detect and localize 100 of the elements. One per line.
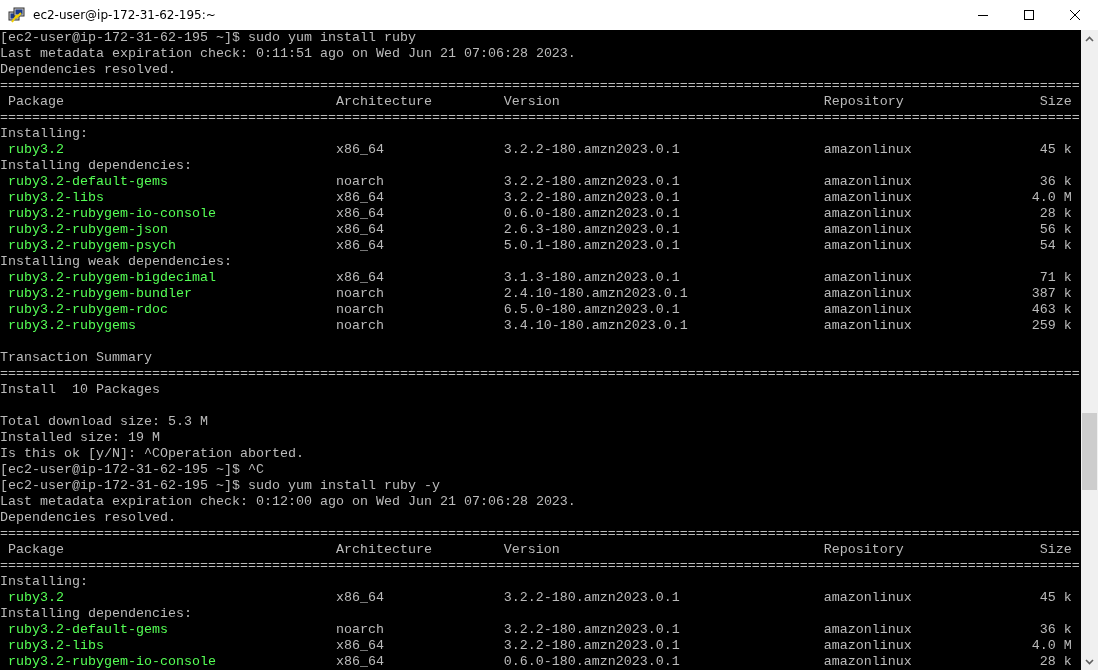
scroll-down-icon[interactable] [1085, 658, 1094, 665]
package-name: ruby3.2-default-gems [8, 174, 168, 190]
version-heading: Version [503, 94, 560, 110]
size: 463 k [1031, 302, 1072, 318]
terminal-line: Transaction Summary [0, 350, 152, 366]
size: 54 k [1039, 238, 1072, 254]
separator-line: ======================================================================================================================================= [0, 526, 1080, 542]
terminal-line: Installing weak dependencies: [0, 254, 232, 270]
architecture: noarch [335, 318, 384, 334]
repository: amazonlinux [823, 174, 912, 190]
architecture: x86_64 [335, 206, 384, 222]
terminal-line: Installing dependencies: [0, 606, 192, 622]
size: 45 k [1039, 590, 1072, 606]
repository: amazonlinux [823, 590, 912, 606]
version: 2.4.10-180.amzn2023.0.1 [503, 286, 688, 302]
repository: amazonlinux [823, 206, 912, 222]
size: 36 k [1039, 174, 1072, 190]
package-name: ruby3.2-rubygem-bundler [8, 286, 192, 302]
architecture: x86_64 [335, 654, 384, 670]
architecture-heading: Architecture [335, 94, 432, 110]
separator-line: ======================================================================================================================================= [0, 78, 1080, 94]
terminal-line: Dependencies resolved. [0, 62, 176, 78]
terminal-line: Installing: [0, 126, 88, 142]
scrollbar-thumb[interactable] [1082, 413, 1097, 490]
package-name: ruby3.2-rubygem-json [8, 222, 168, 238]
size-heading: Size [1039, 542, 1072, 558]
terminal-line: Installing dependencies: [0, 158, 192, 174]
repository: amazonlinux [823, 654, 912, 670]
repository: amazonlinux [823, 318, 912, 334]
version: 3.2.2-180.amzn2023.0.1 [503, 174, 680, 190]
package-name: ruby3.2-rubygems [8, 318, 136, 334]
version: 5.0.1-180.amzn2023.0.1 [503, 238, 680, 254]
architecture: x86_64 [335, 270, 384, 286]
size-heading: Size [1039, 94, 1072, 110]
package-heading: Package [8, 542, 64, 558]
version: 6.5.0-180.amzn2023.0.1 [503, 302, 680, 318]
version: 3.2.2-180.amzn2023.0.1 [503, 590, 680, 606]
repository: amazonlinux [823, 302, 912, 318]
package-heading: Package [8, 94, 64, 110]
version: 0.6.0-180.amzn2023.0.1 [503, 206, 680, 222]
terminal-line: Total download size: 5.3 M [0, 414, 208, 430]
close-icon [1070, 10, 1080, 20]
package-name: ruby3.2 [8, 590, 64, 606]
repository-heading: Repository [823, 542, 904, 558]
repository-heading: Repository [823, 94, 904, 110]
size: 4.0 M [1031, 638, 1072, 654]
terminal-line: Dependencies resolved. [0, 510, 176, 526]
architecture: noarch [335, 174, 384, 190]
size: 36 k [1039, 622, 1072, 638]
size: 387 k [1031, 286, 1072, 302]
architecture: noarch [335, 302, 384, 318]
size: 28 k [1039, 206, 1072, 222]
terminal-line: Last metadata expiration check: 0:12:00 ago on Wed Jun 21 07:06:28 2023. [0, 494, 576, 510]
version: 0.6.0-180.amzn2023.0.1 [503, 654, 680, 670]
terminal-line: Installed size: 19 M [0, 430, 160, 446]
package-name: ruby3.2-rubygem-io-console [8, 654, 216, 670]
size: 4.0 M [1031, 190, 1072, 206]
version: 3.2.2-180.amzn2023.0.1 [503, 622, 680, 638]
architecture: x86_64 [335, 590, 384, 606]
version: 3.4.10-180.amzn2023.0.1 [503, 318, 688, 334]
size: 71 k [1039, 270, 1072, 286]
package-name: ruby3.2-libs [8, 190, 104, 206]
terminal-line: [ec2-user@ip-172-31-62-195 ~]$ sudo yum install ruby [0, 30, 416, 46]
scrollbar[interactable] [1081, 30, 1098, 670]
repository: amazonlinux [823, 190, 912, 206]
version: 3.2.2-180.amzn2023.0.1 [503, 142, 680, 158]
architecture: noarch [335, 622, 384, 638]
separator-line: ======================================================================================================================================= [0, 558, 1080, 574]
separator-line: ======================================================================================================================================= [0, 110, 1080, 126]
terminal-line: Last metadata expiration check: 0:11:51 ago on Wed Jun 21 07:06:28 2023. [0, 46, 576, 62]
terminal-line: Installing: [0, 574, 88, 590]
separator-line: ======================================================================================================================================= [0, 366, 1080, 382]
repository: amazonlinux [823, 622, 912, 638]
version: 3.2.2-180.amzn2023.0.1 [503, 190, 680, 206]
size: 28 k [1039, 654, 1072, 670]
terminal-line: [ec2-user@ip-172-31-62-195 ~]$ sudo yum install ruby -y [0, 478, 440, 494]
architecture: x86_64 [335, 238, 384, 254]
package-name: ruby3.2-rubygem-io-console [8, 206, 216, 222]
architecture: x86_64 [335, 190, 384, 206]
package-name: ruby3.2-rubygem-rdoc [8, 302, 168, 318]
repository: amazonlinux [823, 142, 912, 158]
repository: amazonlinux [823, 222, 912, 238]
size: 45 k [1039, 142, 1072, 158]
scroll-up-icon[interactable] [1085, 35, 1094, 42]
architecture: noarch [335, 286, 384, 302]
repository: amazonlinux [823, 270, 912, 286]
version: 3.2.2-180.amzn2023.0.1 [503, 638, 680, 654]
terminal-line: Install 10 Packages [0, 382, 160, 398]
architecture: x86_64 [335, 638, 384, 654]
repository: amazonlinux [823, 286, 912, 302]
version: 2.6.3-180.amzn2023.0.1 [503, 222, 680, 238]
package-name: ruby3.2-default-gems [8, 622, 168, 638]
terminal-line: [ec2-user@ip-172-31-62-195 ~]$ ^C [0, 462, 264, 478]
version-heading: Version [503, 542, 560, 558]
package-name: ruby3.2-libs [8, 638, 104, 654]
package-name: ruby3.2-rubygem-psych [8, 238, 176, 254]
architecture: x86_64 [335, 222, 384, 238]
maximize-icon [1024, 10, 1034, 20]
package-name: ruby3.2 [8, 142, 64, 158]
architecture: x86_64 [335, 142, 384, 158]
